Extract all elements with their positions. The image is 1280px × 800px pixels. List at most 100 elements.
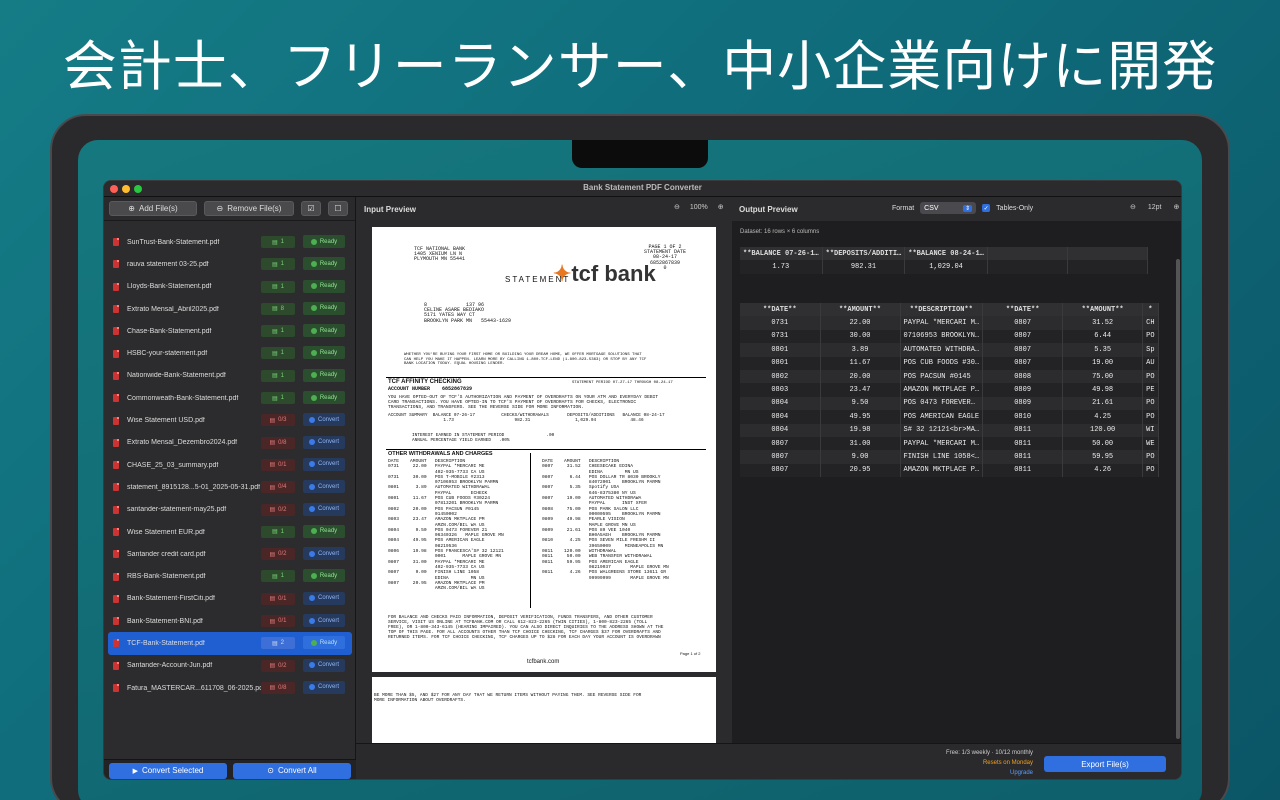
status-badge[interactable]: Convert — [303, 614, 345, 628]
deselect-all-button[interactable]: ☐ — [328, 201, 348, 216]
file-row[interactable]: CHASE_25_03_summary.pdf ▤ 0/1 Convert — [104, 454, 356, 476]
file-row[interactable]: Wise Statement EUR.pdf ▤ 1 Ready — [104, 521, 356, 543]
pdf-file-icon — [113, 528, 119, 536]
pdf-page-1[interactable]: TCF NATIONAL BANK 1405 XENIUM LN N PLYMO… — [372, 227, 716, 672]
file-row[interactable]: Bank-Statement-FirstCiti.pdf ▤ 0/1 Convert — [104, 588, 356, 610]
file-row[interactable]: Extrato Mensal_Abril2025.pdf ▤ 8 Ready — [104, 298, 356, 320]
select-all-button[interactable]: ☑ — [301, 201, 321, 216]
table-cell: 0807 — [982, 329, 1064, 344]
table-cell: 0808 — [982, 369, 1064, 384]
font-larger-icon[interactable]: ⊕ — [1174, 203, 1180, 211]
table-cell: 5.35 — [1062, 343, 1144, 357]
checkmark-icon: ✓ — [983, 205, 989, 212]
page-count-badge: ▤ 0/8 — [261, 681, 295, 694]
table-cell: PAYPAL *MERCARI M… — [900, 436, 984, 451]
promo-text: WHETHER YOU'RE BUYING YOUR FIRST HOME OR… — [404, 353, 647, 366]
page-count-badge: ▤ 1 — [261, 236, 295, 248]
page-icon: ▤ — [271, 640, 278, 647]
format-select[interactable]: CSV ⇕ — [920, 202, 977, 214]
status-badge[interactable]: Convert — [303, 413, 345, 427]
file-row[interactable]: Wise Statement USD.pdf ▤ 0/3 Convert — [104, 409, 356, 431]
table-cell: 30.00 — [820, 329, 901, 344]
page-count-badge: ▤ 1 — [261, 525, 295, 538]
convert-icon — [308, 550, 315, 557]
file-row[interactable]: SunTrust-Bank-Statement.pdf ▤ 1 Ready — [104, 231, 356, 253]
pdf-file-icon — [113, 461, 119, 470]
export-files-button[interactable]: Export File(s) — [1044, 756, 1166, 772]
zoom-in-icon[interactable]: ⊕ — [718, 203, 724, 211]
table-header-cell: * — [1142, 303, 1159, 317]
account-summary: ACCOUNT SUMMARY BALANCE 07-26-17 CHECKS/… — [388, 413, 665, 424]
chevron-updown-icon: ⇕ — [963, 204, 973, 212]
file-row[interactable]: HSBC-your-statement.pdf ▤ 1 Ready — [104, 342, 356, 364]
file-row[interactable]: santander-statement-may25.pdf ▤ 0/2 Convert — [104, 499, 356, 521]
file-row[interactable]: Lloyds-Bank-Statement.pdf ▤ 1 Ready — [104, 276, 356, 298]
file-row[interactable]: RBS-Bank-Statement.pdf ▤ 1 Ready — [104, 565, 356, 587]
table-cell: AU — [1142, 356, 1159, 370]
status-badge[interactable]: Convert — [303, 457, 345, 471]
convert-all-button[interactable]: ⊙ Convert All — [233, 762, 351, 779]
status-badge: Ready — [303, 524, 345, 538]
file-row[interactable]: statement_8915128...5-01_2025-05-31.pdf ▤… — [104, 476, 356, 498]
add-files-button[interactable]: ⊕ Add File(s) — [109, 201, 197, 216]
table-cell: 4.25 — [1062, 410, 1144, 424]
table-cell: POS 0473 FOREVER… — [900, 396, 984, 411]
file-row[interactable]: Bank-Statement-BNI.pdf ▤ 0/1 Convert — [104, 610, 356, 632]
convert-selected-button[interactable]: ▶ Convert Selected — [109, 762, 227, 779]
status-badge[interactable]: Convert — [303, 502, 345, 516]
pdf-file-icon — [113, 684, 119, 693]
status-label: Convert — [317, 595, 339, 602]
page-count: 8 — [280, 305, 284, 312]
vertical-scrollbar[interactable] — [1176, 259, 1180, 739]
status-badge[interactable]: Convert — [303, 480, 345, 494]
upgrade-link[interactable]: Upgrade — [1010, 770, 1033, 776]
file-row[interactable]: Nationwide-Bank-Statement.pdf ▤ 1 Ready — [104, 365, 356, 387]
page-count: 0/1 — [278, 461, 287, 468]
table-cell: 31.00 — [820, 436, 901, 451]
file-row[interactable]: Chase-Bank-Statement.pdf ▤ 1 Ready — [104, 320, 356, 342]
convert-selected-label: Convert Selected — [142, 766, 204, 775]
table-header-cell: **DATE** — [740, 303, 821, 317]
remove-files-button[interactable]: ⊖ Remove File(s) — [204, 201, 294, 216]
convert-icon — [308, 416, 315, 423]
bank-address: TCF NATIONAL BANK 1405 XENIUM LN N PLYMO… — [414, 246, 466, 263]
pdf-file-icon — [113, 483, 119, 492]
status-label: Convert — [317, 617, 339, 624]
file-row[interactable]: Commonweath-Bank-Statement.pdf ▤ 1 Ready — [104, 387, 356, 409]
status-badge[interactable]: Convert — [303, 547, 345, 561]
page-count-badge: ▤ 1 — [261, 325, 295, 338]
table-row: 0807 9.00 FINISH LINE 1058<… 0811 59.95 PO — [740, 450, 1159, 464]
table-cell: 59.95 — [1062, 450, 1144, 464]
table-header-cell: **AMOUNT** — [820, 303, 901, 317]
status-badge[interactable]: Convert — [303, 680, 345, 694]
summary-cell — [1067, 260, 1148, 274]
page-count: 0/2 — [278, 506, 287, 513]
status-badge: Ready — [303, 257, 345, 271]
table-cell: 4.26 — [1062, 463, 1144, 478]
file-row[interactable]: Fatura_MASTERCAR...611708_06-2025.pdf ▤ 0/… — [104, 677, 356, 699]
file-row[interactable]: rauva statement 03-25.pdf ▤ 1 Ready — [104, 253, 356, 275]
status-badge[interactable]: Convert — [303, 591, 345, 605]
file-row[interactable]: TCF-Bank-Statement.pdf ▤ 2 Ready — [108, 632, 352, 655]
summary-cell: 1.73 — [740, 260, 823, 274]
zoom-level: 100% — [689, 203, 708, 211]
tables-only-checkbox[interactable]: ✓ — [982, 204, 991, 212]
status-badge[interactable]: Convert — [303, 435, 345, 449]
table-cell: 19.00 — [1062, 356, 1144, 370]
zoom-out-icon[interactable]: ⊖ — [674, 203, 680, 211]
file-row[interactable]: Extrato Mensal_Dezembro2024.pdf ▤ 0/8 Conve… — [104, 432, 356, 454]
font-smaller-icon[interactable]: ⊖ — [1130, 203, 1136, 211]
page-icon: ▤ — [271, 529, 278, 536]
table-cell: PO — [1142, 463, 1159, 478]
pdf-file-icon — [113, 371, 119, 380]
table-cell: CH — [1142, 316, 1159, 330]
status-badge: Ready — [303, 324, 345, 338]
table-cell: 0731 — [740, 329, 821, 344]
file-row[interactable]: Santander credit card.pdf ▤ 0/2 Convert — [104, 543, 356, 565]
file-row[interactable]: Santander-Account-Jun.pdf ▤ 0/2 Convert — [104, 655, 356, 677]
status-badge[interactable]: Convert — [303, 658, 345, 672]
page-count-badge: ▤ 1 — [261, 280, 295, 293]
table-row: 0804 9.50 POS 0473 FOREVER… 0809 21.61 PO — [740, 396, 1159, 411]
table-cell: 9.50 — [820, 396, 901, 411]
table-cell: 0811 — [982, 450, 1064, 464]
